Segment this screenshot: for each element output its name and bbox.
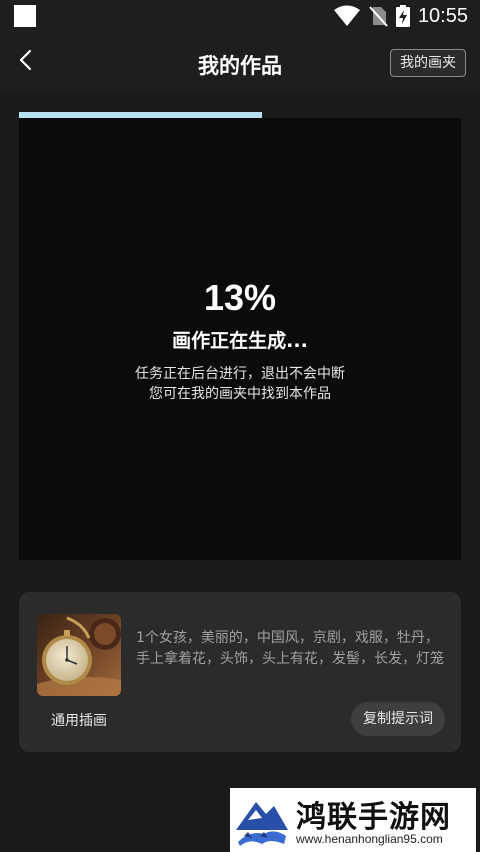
watermark: 鸿联手游网 www.henanhonglian95.com bbox=[230, 788, 476, 852]
watermark-logo-icon bbox=[234, 794, 290, 852]
prompt-card: 通用插画 1个女孩，美丽的，中国风，京剧，戏服，牡丹，手上拿着花，头饰，头上有花… bbox=[19, 592, 461, 752]
wifi-icon bbox=[333, 5, 360, 27]
progress-percent: 13% bbox=[203, 277, 277, 318]
no-sim-icon bbox=[368, 5, 388, 27]
watermark-name: 鸿联手游网 bbox=[296, 800, 451, 835]
generation-status-title: 画作正在生成... bbox=[172, 330, 308, 352]
battery-charging-icon bbox=[395, 5, 410, 27]
style-label: 通用插画 bbox=[51, 713, 107, 729]
title-bar: 我的作品 我的画夹 bbox=[0, 32, 480, 94]
back-button[interactable] bbox=[10, 46, 42, 78]
prompt-text: 1个女孩，美丽的，中国风，京剧，戏服，牡丹，手上拿着花，头饰，头上有花，发髻，长… bbox=[136, 630, 444, 667]
description-line-1: 任务正在后台进行，退出不会中断 bbox=[135, 366, 345, 382]
description-line-2: 您可在我的画夹中找到本作品 bbox=[149, 386, 331, 402]
my-folder-button[interactable]: 我的画夹 bbox=[390, 49, 466, 77]
copy-prompt-button[interactable]: 复制提示词 bbox=[351, 702, 445, 736]
status-bar: 10:55 bbox=[0, 0, 480, 32]
watermark-url: www.henanhonglian95.com bbox=[296, 832, 443, 846]
generation-description: 任务正在后台进行，退出不会中断 您可在我的画夹中找到本作品 bbox=[19, 364, 461, 404]
chevron-left-icon bbox=[18, 48, 34, 76]
status-icons: 10:55 bbox=[333, 4, 468, 28]
status-time: 10:55 bbox=[417, 4, 468, 27]
pocket-watch-thumbnail[interactable] bbox=[37, 614, 121, 696]
artwork-canvas: 13% 画作正在生成... 任务正在后台进行，退出不会中断 您可在我的画夹中找到… bbox=[19, 118, 461, 560]
notification-icon bbox=[14, 5, 36, 27]
